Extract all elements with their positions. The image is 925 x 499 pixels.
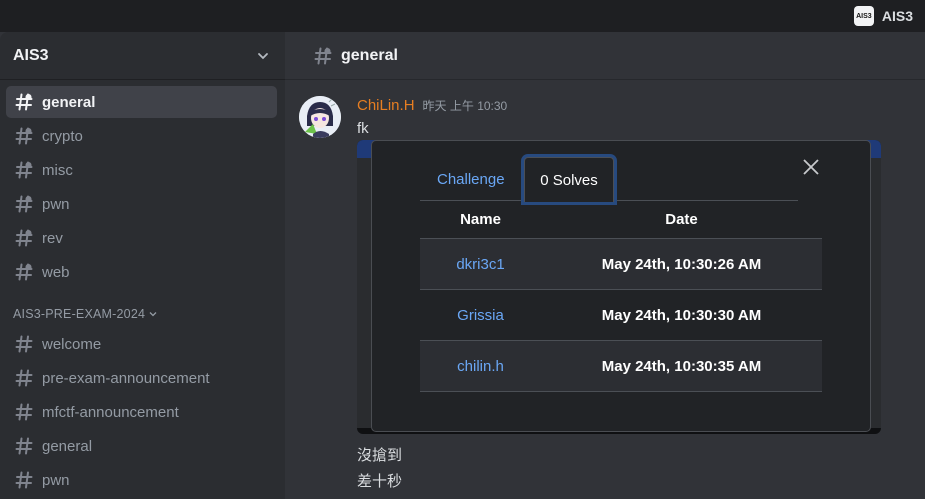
embed-backdrop-left <box>357 158 371 428</box>
channel-list: general crypto misc pwn rev web AIS3-PRE… <box>0 80 285 496</box>
hash-icon <box>15 93 33 111</box>
title-bar: AIS3 AIS3 <box>0 0 925 32</box>
channel-item-crypto[interactable]: crypto <box>6 120 277 152</box>
channel-item-mfctf-announcement[interactable]: mfctf-announcement <box>6 396 277 428</box>
channel-label: pwn <box>42 195 70 213</box>
solves-table: Name Date dkri3c1 May 24th, 10:30:26 AM … <box>420 201 822 392</box>
hash-icon <box>15 263 33 281</box>
server-tag[interactable]: AIS3 AIS3 <box>853 6 913 26</box>
server-header[interactable]: AIS3 <box>0 32 285 80</box>
hash-icon <box>15 403 33 421</box>
hash-icon <box>15 369 33 387</box>
channel-header: general <box>285 32 925 80</box>
chevron-down-icon <box>258 52 268 59</box>
hash-icon <box>15 161 33 179</box>
category-label: AIS3-PRE-EXAM-2024 <box>13 307 146 321</box>
embedded-screenshot[interactable]: Challenge 0 Solves Name Date dkri3c1 May… <box>357 140 881 434</box>
category-header[interactable]: AIS3-PRE-EXAM-2024 <box>0 302 285 326</box>
channel-label: welcome <box>42 335 102 353</box>
tab-challenge[interactable]: Challenge <box>437 157 505 201</box>
message-text: fk <box>357 120 369 137</box>
hash-icon <box>15 335 33 353</box>
channel-label: web <box>42 263 70 281</box>
chevron-down-icon <box>149 312 157 317</box>
message-timestamp: 昨天 上午 10:30 <box>422 99 508 113</box>
column-header-name: Name <box>460 211 501 228</box>
anime-avatar-image <box>299 96 341 138</box>
channel-label: general <box>42 437 93 455</box>
channel-label: mfctf-announcement <box>42 403 179 421</box>
solve-date: May 24th, 10:30:26 AM <box>601 255 762 273</box>
channel-label: crypto <box>42 127 83 145</box>
channel-item-pre-exam-announcement[interactable]: pre-exam-announcement <box>6 362 277 394</box>
channel-item-general[interactable]: general <box>6 86 277 118</box>
channel-label: general <box>42 93 96 111</box>
table-row: dkri3c1 May 24th, 10:30:26 AM <box>420 239 822 290</box>
channel-item-web[interactable]: web <box>6 256 277 288</box>
table-row: chilin.h May 24th, 10:30:35 AM <box>420 341 822 392</box>
channel-label: pre-exam-announcement <box>42 369 210 387</box>
channel-item-welcome[interactable]: welcome <box>6 328 277 360</box>
channel-item-misc[interactable]: misc <box>6 154 277 186</box>
channel-item-rev[interactable]: rev <box>6 222 277 254</box>
message-author[interactable]: ChiLin.H <box>357 97 415 114</box>
channel-item-pwn-2[interactable]: pwn <box>6 464 277 496</box>
solve-date: May 24th, 10:30:35 AM <box>601 357 762 375</box>
solver-name-link[interactable]: dkri3c1 <box>420 256 541 273</box>
table-header: Name Date <box>420 201 822 239</box>
channel-label: rev <box>42 229 63 247</box>
solver-name-link[interactable]: Grissia <box>420 307 541 324</box>
message-text-followup: 差十秒 <box>357 473 403 490</box>
table-row: Grissia May 24th, 10:30:30 AM <box>420 290 822 341</box>
channel-title: general <box>341 46 398 64</box>
solver-name-link[interactable]: chilin.h <box>420 358 541 375</box>
channel-sidebar: AIS3 general crypto misc pwn rev web AIS… <box>0 32 285 499</box>
channel-label: pwn <box>42 471 70 489</box>
message-text-followup: 沒搶到 <box>357 447 403 464</box>
channel-item-pwn[interactable]: pwn <box>6 188 277 220</box>
solves-modal: Challenge 0 Solves Name Date dkri3c1 May… <box>371 140 871 432</box>
hash-icon <box>15 195 33 213</box>
server-tag-icon: AIS3 <box>853 6 874 26</box>
channel-item-general-2[interactable]: general <box>6 430 277 462</box>
hash-icon <box>15 471 33 489</box>
tab-solves[interactable]: 0 Solves <box>524 157 614 202</box>
avatar[interactable] <box>299 96 341 138</box>
solve-date: May 24th, 10:30:30 AM <box>601 306 762 324</box>
message-header: ChiLin.H 昨天 上午 10:30 <box>357 97 507 114</box>
chat-area: general ChiLin.H 昨天 上午 10:30 fk Challeng… <box>285 32 925 499</box>
server-tag-label: AIS3 <box>881 8 913 24</box>
channel-label: misc <box>42 161 73 179</box>
hash-icon <box>15 127 33 145</box>
close-icon[interactable] <box>802 158 820 176</box>
hash-icon <box>314 47 332 64</box>
hash-icon <box>15 437 33 455</box>
modal-tabs: Challenge 0 Solves <box>420 157 798 202</box>
server-name: AIS3 <box>13 46 49 64</box>
hash-icon <box>15 229 33 247</box>
column-header-date: Date <box>665 211 698 228</box>
